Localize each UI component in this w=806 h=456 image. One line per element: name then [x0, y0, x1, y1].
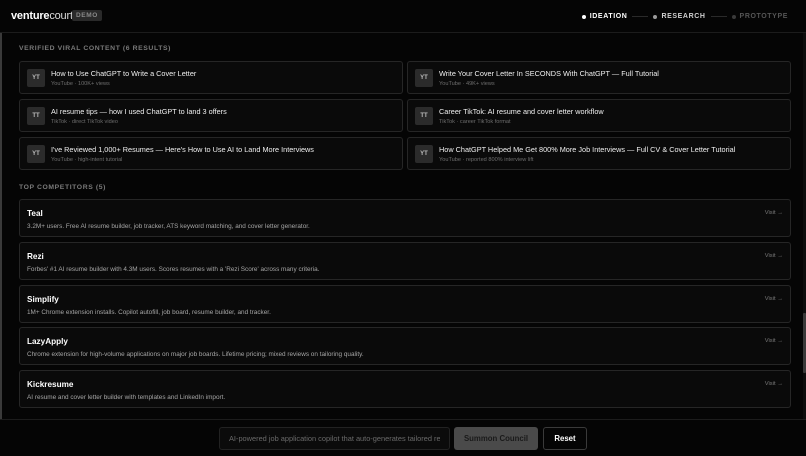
idea-input[interactable]: [219, 427, 450, 450]
viral-title: How to Use ChatGPT to Write a Cover Lett…: [51, 69, 197, 78]
viral-meta: YouTube · high-intent tutorial: [51, 157, 123, 163]
visit-link[interactable]: Visit →: [765, 210, 783, 216]
reset-button[interactable]: Reset: [543, 427, 587, 450]
competitors-section-title: TOP COMPETITORS (5): [19, 184, 106, 191]
competitor-name: Rezi: [27, 252, 44, 261]
viral-meta: TikTok · direct TikTok video: [51, 119, 118, 125]
summon-council-button[interactable]: Summon Council: [454, 427, 538, 450]
competitor-desc: 3.2M+ users. Free AI resume builder, job…: [27, 223, 310, 230]
viral-card[interactable]: YT How ChatGPT Helped Me Get 800% More J…: [407, 137, 791, 170]
visit-link[interactable]: Visit →: [765, 296, 783, 302]
app-logo[interactable]: venturecourt: [11, 10, 73, 22]
tiktok-icon: TT: [27, 107, 45, 125]
youtube-icon: YT: [27, 145, 45, 163]
viral-title: How ChatGPT Helped Me Get 800% More Job …: [439, 145, 736, 154]
viral-card[interactable]: YT Write Your Cover Letter In SECONDS Wi…: [407, 61, 791, 94]
tiktok-icon: TT: [415, 107, 433, 125]
competitor-card: Simplify 1M+ Chrome extension installs. …: [19, 285, 791, 323]
viral-meta: YouTube · 100K+ views: [51, 81, 110, 87]
step-research[interactable]: RESEARCH: [653, 13, 705, 20]
left-accent-rail: [0, 33, 2, 419]
youtube-icon: YT: [415, 69, 433, 87]
viral-card[interactable]: TT AI resume tips — how I used ChatGPT t…: [19, 99, 403, 132]
viral-title: Career TikTok: AI resume and cover lette…: [439, 107, 604, 116]
competitor-desc: Chrome extension for high-volume applica…: [27, 351, 364, 358]
youtube-icon: YT: [415, 145, 433, 163]
step-dot-icon: [581, 14, 586, 19]
step-dot-icon: [731, 14, 736, 19]
progress-steps: IDEATION RESEARCH PROTOTYPE: [581, 0, 788, 33]
competitor-name: LazyApply: [27, 337, 68, 346]
demo-badge: DEMO: [72, 10, 102, 21]
competitor-name: Simplify: [27, 295, 59, 304]
viral-card[interactable]: YT I've Reviewed 1,000+ Resumes — Here's…: [19, 137, 403, 170]
youtube-icon: YT: [27, 69, 45, 87]
viral-card[interactable]: TT Career TikTok: AI resume and cover le…: [407, 99, 791, 132]
step-connector: [632, 16, 649, 17]
top-bar: venturecourt DEMO IDEATION RESEARCH PROT…: [0, 0, 806, 33]
step-dot-icon: [653, 14, 658, 19]
step-prototype[interactable]: PROTOTYPE: [731, 13, 788, 20]
viral-meta: YouTube · reported 800% interview lift: [439, 157, 534, 163]
visit-link[interactable]: Visit →: [765, 253, 783, 259]
competitor-card: Rezi Forbes' #1 AI resume builder with 4…: [19, 242, 791, 280]
competitor-name: Kickresume: [27, 380, 74, 389]
step-ideation[interactable]: IDEATION: [581, 13, 628, 20]
visit-link[interactable]: Visit →: [765, 338, 783, 344]
step-connector: [710, 16, 727, 17]
viral-meta: TikTok · career TikTok format: [439, 119, 511, 125]
competitor-card: Teal 3.2M+ users. Free AI resume builder…: [19, 199, 791, 237]
competitor-desc: 1M+ Chrome extension installs. Copilot a…: [27, 309, 271, 316]
competitor-desc: AI resume and cover letter builder with …: [27, 394, 226, 401]
viral-meta: YouTube · 49K+ views: [439, 81, 495, 87]
competitor-card: Kickresume AI resume and cover letter bu…: [19, 370, 791, 408]
competitor-name: Teal: [27, 209, 43, 218]
viral-title: I've Reviewed 1,000+ Resumes — Here's Ho…: [51, 145, 314, 154]
viral-title: Write Your Cover Letter In SECONDS With …: [439, 69, 659, 78]
competitor-desc: Forbes' #1 AI resume builder with 4.3M u…: [27, 266, 320, 273]
viral-card[interactable]: YT How to Use ChatGPT to Write a Cover L…: [19, 61, 403, 94]
bottom-action-bar: Summon Council Reset: [0, 419, 806, 456]
competitor-card: LazyApply Chrome extension for high-volu…: [19, 327, 791, 365]
visit-link[interactable]: Visit →: [765, 381, 783, 387]
viral-title: AI resume tips — how I used ChatGPT to l…: [51, 107, 227, 116]
viral-section-title: VERIFIED VIRAL CONTENT (6 RESULTS): [19, 45, 171, 52]
